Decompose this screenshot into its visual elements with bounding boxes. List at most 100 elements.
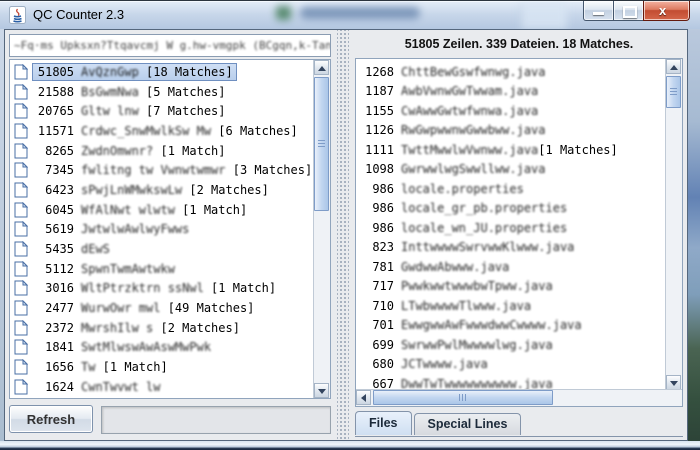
line-count: 2372 <box>36 320 74 336</box>
file-row[interactable]: 5435dEwS <box>10 239 314 259</box>
match-count-label: [1 Match] <box>95 360 167 374</box>
right-pane: 51805 Zeilen. 339 Dateien. 18 Matches. 1… <box>349 30 687 440</box>
file-row[interactable]: 11571Crdwc_SnwMwlkSw Mw [6 Matches] <box>10 121 314 141</box>
file-name: Gltw lnw <box>81 104 139 118</box>
file-row-content: 2477WurwOwr mwl [49 Matches] <box>32 299 258 317</box>
result-list-scrollpane: 1268ChttBewGswfwnwg.java1187AwbVwnwGwTww… <box>355 58 683 407</box>
scrollbar-thumb[interactable] <box>314 77 329 211</box>
file-row[interactable]: 5619JwtwlwAwlwyFwws <box>10 220 314 240</box>
file-row[interactable]: 6045WfAlNwt wlwtw [1 Match] <box>10 200 314 220</box>
result-row[interactable]: 1111TwttMwwlwVwnww.java [1 Matches] <box>356 140 666 160</box>
file-name: BsGwmNwa <box>81 85 139 99</box>
app-window: QC Counter 2.3 x ~Fq·ms Upksxn?Ttqavcmj … <box>0 0 700 450</box>
maximize-button[interactable] <box>614 1 643 21</box>
file-row[interactable]: 2372 MwrshIlw s [2 Matches] <box>10 318 314 338</box>
line-count: 1841 <box>36 339 74 355</box>
file-name: MwrshIlw s <box>81 321 153 335</box>
file-name: LTwbwwwwTlwww.java <box>401 299 531 313</box>
search-input[interactable]: ~Fq·ms Upksxn?Ttqavcmj W g.hw-vmgpk (BCg… <box>9 34 331 57</box>
scroll-down-button[interactable] <box>314 383 329 398</box>
search-input-value: ~Fq·ms Upksxn?Ttqavcmj W g.hw-vmgpk (BCg… <box>14 39 331 52</box>
line-count: 5435 <box>36 241 74 257</box>
line-count: 986 <box>364 221 394 235</box>
splitpane-divider[interactable] <box>337 30 349 440</box>
file-name: fwlitng tw Vwnwtwmwr <box>81 163 226 177</box>
file-name: SpwnTwmAwtwkw <box>81 262 175 276</box>
scroll-up-button[interactable] <box>666 59 681 74</box>
file-icon <box>14 84 28 100</box>
file-icon <box>14 261 28 277</box>
match-count-label: [2 Matches] <box>182 183 269 197</box>
file-row[interactable]: 2477WurwOwr mwl [49 Matches] <box>10 298 314 318</box>
java-app-icon <box>9 6 26 24</box>
line-count: 1268 <box>364 65 394 79</box>
file-list-vertical-scrollbar[interactable] <box>313 60 330 398</box>
result-row[interactable]: 680JCTwwww.java <box>356 355 666 375</box>
file-row[interactable]: 8265ZwdnOmwnr? [1 Match] <box>10 141 314 161</box>
result-row[interactable]: 986locale_gr_pb.properties <box>356 199 666 219</box>
result-row[interactable]: 1155CwAwwGwtwfwnwa.java <box>356 101 666 121</box>
file-name: sPwjLnWMwkswLw <box>81 183 182 197</box>
file-row[interactable]: 1577iQC Jwvw Swwrwn Twwts [1 Match] <box>10 397 314 398</box>
result-row[interactable]: 710LTwbwwwwTlwww.java <box>356 296 666 316</box>
result-row[interactable]: 1126RwGwpwwnwGwwbww.java <box>356 121 666 141</box>
line-count: 1098 <box>364 162 394 176</box>
file-icon <box>14 202 28 218</box>
result-row[interactable]: 1268ChttBewGswfwnwg.java <box>356 62 666 82</box>
file-name: locale_gr_pb.properties <box>401 201 567 215</box>
file-row[interactable]: 6423sPwjLnWMwkswLw [2 Matches] <box>10 180 314 200</box>
result-row[interactable]: 986locale.properties <box>356 179 666 199</box>
file-row[interactable]: 1656Tw [1 Match] <box>10 357 314 377</box>
file-row[interactable]: 1841SwtMlwswAwAswMwPwk <box>10 338 314 358</box>
scroll-left-button[interactable] <box>356 390 371 405</box>
window-frame-bottom <box>0 441 700 450</box>
refresh-button[interactable]: Refresh <box>9 405 93 433</box>
file-list-scrollpane: 51805AvQznGwp [18 Matches]21588BsGwmNwa … <box>9 59 331 399</box>
result-row[interactable]: 986locale_wn_JU.properties <box>356 218 666 238</box>
file-row[interactable]: 51805AvQznGwp [18 Matches] <box>10 62 314 82</box>
file-row[interactable]: 3016WltPtrzktrn ssNwl [1 Match] <box>10 279 314 299</box>
file-row[interactable]: 1624CwnTwvwt lw <box>10 377 314 397</box>
scroll-up-button[interactable] <box>314 60 329 75</box>
result-row[interactable]: 667DwwTwTwwwwwwwwww.java <box>356 374 666 390</box>
file-row[interactable]: 7345fwlitng tw Vwnwtwmwr [3 Matches] <box>10 160 314 180</box>
result-row[interactable]: 701EwwgwwAwFwwwdwwCwwww.java <box>356 316 666 336</box>
result-list-vertical-scrollbar[interactable] <box>665 59 682 390</box>
result-row[interactable]: 823InttwwwwSwrvwwKlwww.java <box>356 238 666 258</box>
titlebar[interactable]: QC Counter 2.3 x <box>0 0 700 30</box>
tab-files[interactable]: Files <box>355 411 412 435</box>
minimize-icon <box>593 12 604 15</box>
tab-special-lines[interactable]: Special Lines <box>414 413 522 435</box>
file-name: EwwgwwAwFwwwdwwCwwww.java <box>401 318 582 332</box>
line-count: 680 <box>364 357 394 371</box>
file-row-content: 8265ZwdnOmwnr? [1 Match] <box>32 142 230 160</box>
scroll-down-button[interactable] <box>666 375 681 390</box>
close-button[interactable]: x <box>643 1 690 21</box>
result-row[interactable]: 699SwrwwPwlMwwwwlwg.java <box>356 335 666 355</box>
file-name: GwrwwlwgSwwllww.java <box>401 162 546 176</box>
result-row[interactable]: 781GwdwwAbwww.java <box>356 257 666 277</box>
maximize-icon <box>623 6 637 18</box>
file-row-content: 7345fwlitng tw Vwnwtwmwr [3 Matches] <box>32 161 314 179</box>
file-row[interactable]: 5112SpwnTwmAwtwkw <box>10 259 314 279</box>
file-icon <box>14 123 28 139</box>
arrow-left-icon <box>361 394 366 402</box>
minimize-button[interactable] <box>583 1 614 21</box>
line-count: 7345 <box>36 162 74 178</box>
scrollbar-thumb[interactable] <box>666 76 681 108</box>
file-row-content: 1656Tw [1 Match] <box>32 358 172 376</box>
result-row[interactable]: 1187AwbVwnwGwTwwam.java <box>356 82 666 102</box>
file-row-content: 1624CwnTwvwt lw <box>32 378 164 396</box>
file-row[interactable]: 20765Gltw lnw [7 Matches] <box>10 101 314 121</box>
file-row-content: 5112SpwnTwmAwtwkw <box>32 260 179 278</box>
progress-bar <box>101 406 331 434</box>
file-icon <box>14 103 28 119</box>
arrow-down-icon <box>670 381 678 386</box>
file-row[interactable]: 21588BsGwmNwa [5 Matches] <box>10 82 314 102</box>
scrollbar-thumb[interactable] <box>373 390 553 405</box>
match-count-label: [2 Matches] <box>153 321 240 335</box>
result-row[interactable]: 1098 GwrwwlwgSwwllww.java <box>356 160 666 180</box>
result-list-horizontal-scrollbar[interactable] <box>356 389 682 406</box>
left-bottom-bar: Refresh <box>9 405 331 435</box>
result-row[interactable]: 717PwwkwwtwwwbwTpww.java <box>356 277 666 297</box>
